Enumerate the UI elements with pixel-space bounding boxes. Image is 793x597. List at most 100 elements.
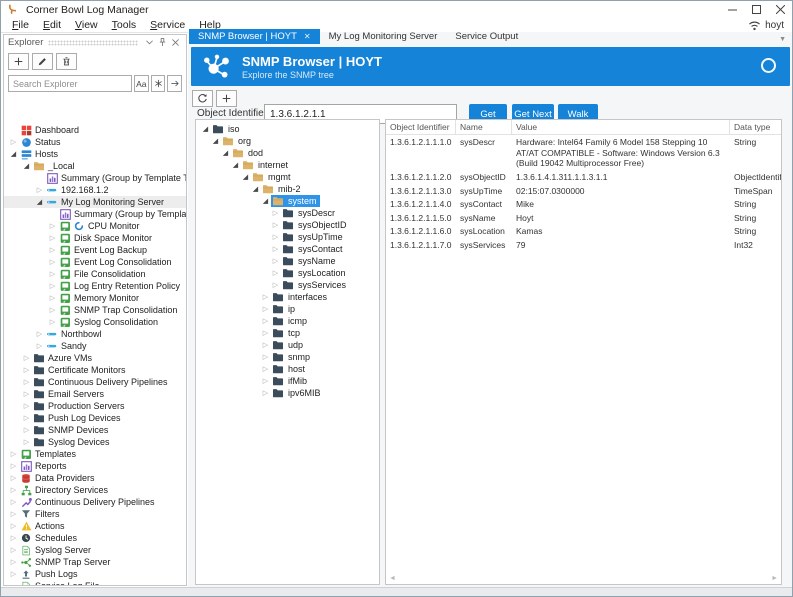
table-row[interactable]: 1.3.6.1.2.1.1.6.0sysLocationKamasString	[386, 224, 781, 238]
tree-item[interactable]: ▷Directory Services	[4, 484, 186, 496]
tree-item[interactable]: ▷Reports	[4, 460, 186, 472]
tree-item[interactable]: ▷sysName	[196, 255, 379, 267]
tree-item[interactable]: ▷Syslog Consolidation	[4, 316, 186, 328]
panel-menu-chevron-icon[interactable]	[143, 37, 156, 49]
menu-file[interactable]: File	[5, 19, 36, 31]
tree-item[interactable]: ▷Continuous Delivery Pipelines	[4, 496, 186, 508]
tree-item[interactable]: ▷Production Servers	[4, 400, 186, 412]
tree-item[interactable]: ▷Syslog Devices	[4, 436, 186, 448]
tree-item[interactable]: ▷SNMP Trap Server	[4, 556, 186, 568]
delete-button[interactable]	[56, 53, 77, 70]
expander-open-icon[interactable]: ◢	[250, 185, 261, 193]
tree-item[interactable]: ▷Azure VMs	[4, 352, 186, 364]
expander-closed-icon[interactable]: ▷	[8, 558, 19, 566]
expander-closed-icon[interactable]: ▷	[47, 270, 58, 278]
expander-open-icon[interactable]: ◢	[230, 161, 241, 169]
tree-item[interactable]: ◢internet	[196, 159, 379, 171]
tree-item[interactable]: ◢system	[196, 195, 379, 207]
tree-item[interactable]: ▷ip	[196, 303, 379, 315]
expander-closed-icon[interactable]: ▷	[34, 330, 45, 338]
tree-item[interactable]: ◢_Local	[4, 160, 186, 172]
menu-view[interactable]: View	[68, 19, 105, 31]
expander-closed-icon[interactable]: ▷	[260, 353, 271, 361]
expander-closed-icon[interactable]: ▷	[21, 438, 32, 446]
expander-closed-icon[interactable]: ▷	[47, 318, 58, 326]
tree-item[interactable]: ▷Sandy	[4, 340, 186, 352]
tree-item[interactable]: ▷udp	[196, 339, 379, 351]
table-row[interactable]: 1.3.6.1.2.1.1.2.0sysObjectID1.3.6.1.4.1.…	[386, 170, 781, 184]
tree-item[interactable]: ▷File Consolidation	[4, 268, 186, 280]
expander-closed-icon[interactable]: ▷	[8, 474, 19, 482]
expander-closed-icon[interactable]: ▷	[8, 546, 19, 554]
tree-item[interactable]: ▷Push Log Devices	[4, 412, 186, 424]
tree-item[interactable]: ◢org	[196, 135, 379, 147]
expander-closed-icon[interactable]: ▷	[260, 377, 271, 385]
expander-open-icon[interactable]: ◢	[200, 125, 211, 133]
tree-item[interactable]: ◢mgmt	[196, 171, 379, 183]
tree-item[interactable]: ▷ifMib	[196, 375, 379, 387]
tree-item[interactable]: ▷Status	[4, 136, 186, 148]
expander-closed-icon[interactable]: ▷	[8, 450, 19, 458]
expander-open-icon[interactable]: ◢	[8, 150, 19, 158]
tab-overflow-chevron-icon[interactable]: ▼	[779, 36, 786, 43]
tree-item[interactable]: ▷interfaces	[196, 291, 379, 303]
tree-item[interactable]: ◢iso	[196, 123, 379, 135]
expander-closed-icon[interactable]: ▷	[47, 294, 58, 302]
tree-item[interactable]: Summary (Group by Template Type)	[4, 208, 186, 220]
add-button[interactable]	[8, 53, 29, 70]
expander-open-icon[interactable]: ◢	[210, 137, 221, 145]
expander-closed-icon[interactable]: ▷	[260, 341, 271, 349]
expander-closed-icon[interactable]: ▷	[270, 245, 281, 253]
tree-item[interactable]: ▷Syslog Server	[4, 544, 186, 556]
tree-item[interactable]: ▷Continuous Delivery Pipelines	[4, 376, 186, 388]
expander-open-icon[interactable]: ◢	[240, 173, 251, 181]
tree-item[interactable]: ▷192.168.1.2	[4, 184, 186, 196]
search-go-button[interactable]	[167, 75, 182, 92]
expander-closed-icon[interactable]: ▷	[260, 389, 271, 397]
column-header[interactable]: Value	[512, 120, 730, 134]
expander-closed-icon[interactable]: ▷	[8, 570, 19, 578]
expander-closed-icon[interactable]: ▷	[260, 329, 271, 337]
expander-closed-icon[interactable]: ▷	[21, 378, 32, 386]
tree-item[interactable]: ▷Certificate Monitors	[4, 364, 186, 376]
expander-closed-icon[interactable]: ▷	[21, 414, 32, 422]
tree-item[interactable]: ▷Log Entry Retention Policy	[4, 280, 186, 292]
tree-item[interactable]: ▷sysServices	[196, 279, 379, 291]
tree-item[interactable]: ▷snmp	[196, 351, 379, 363]
table-row[interactable]: 1.3.6.1.2.1.1.4.0sysContactMikeString	[386, 197, 781, 211]
tree-item[interactable]: ◢My Log Monitoring Server	[4, 196, 186, 208]
tree-item[interactable]: Dashboard	[4, 124, 186, 136]
expander-closed-icon[interactable]: ▷	[34, 186, 45, 194]
table-row[interactable]: 1.3.6.1.2.1.1.5.0sysNameHoytString	[386, 211, 781, 225]
expander-closed-icon[interactable]: ▷	[8, 522, 19, 530]
expander-closed-icon[interactable]: ▷	[8, 462, 19, 470]
tree-item[interactable]: Summary (Group by Template Type)	[4, 172, 186, 184]
close-button[interactable]	[768, 1, 792, 18]
tree-item[interactable]: ▷Disk Space Monitor	[4, 232, 186, 244]
expander-closed-icon[interactable]: ▷	[270, 233, 281, 241]
horizontal-scrollbar[interactable]: ◄►	[387, 574, 780, 583]
tree-item[interactable]: ▷Actions	[4, 520, 186, 532]
expander-closed-icon[interactable]: ▷	[47, 222, 58, 230]
tree-item[interactable]: ▷sysUpTime	[196, 231, 379, 243]
tree-item[interactable]: ▷SNMP Devices	[4, 424, 186, 436]
column-header[interactable]: Object Identifier	[386, 120, 456, 134]
tree-item[interactable]: ▷ipv6MIB	[196, 387, 379, 399]
scroll-left-icon[interactable]: ◄	[389, 575, 396, 582]
tree-item[interactable]: ▷host	[196, 363, 379, 375]
tree-item[interactable]: ▷sysObjectID	[196, 219, 379, 231]
expander-closed-icon[interactable]: ▷	[8, 510, 19, 518]
column-header[interactable]: Name	[456, 120, 512, 134]
tree-item[interactable]: ▷Event Log Backup	[4, 244, 186, 256]
expander-open-icon[interactable]: ◢	[21, 162, 32, 170]
tab-1[interactable]: My Log Monitoring Server	[320, 29, 447, 44]
expander-closed-icon[interactable]: ▷	[260, 305, 271, 313]
maximize-button[interactable]	[744, 1, 768, 18]
tree-item[interactable]: ▷Email Servers	[4, 388, 186, 400]
tree-item[interactable]: ▷sysDescr	[196, 207, 379, 219]
tree-item[interactable]: ▷SNMP Trap Consolidation	[4, 304, 186, 316]
tree-item[interactable]: ▷tcp	[196, 327, 379, 339]
tree-item[interactable]: Service Log File	[4, 580, 186, 585]
tab-close-icon[interactable]: ✕	[304, 32, 311, 41]
expander-closed-icon[interactable]: ▷	[8, 534, 19, 542]
